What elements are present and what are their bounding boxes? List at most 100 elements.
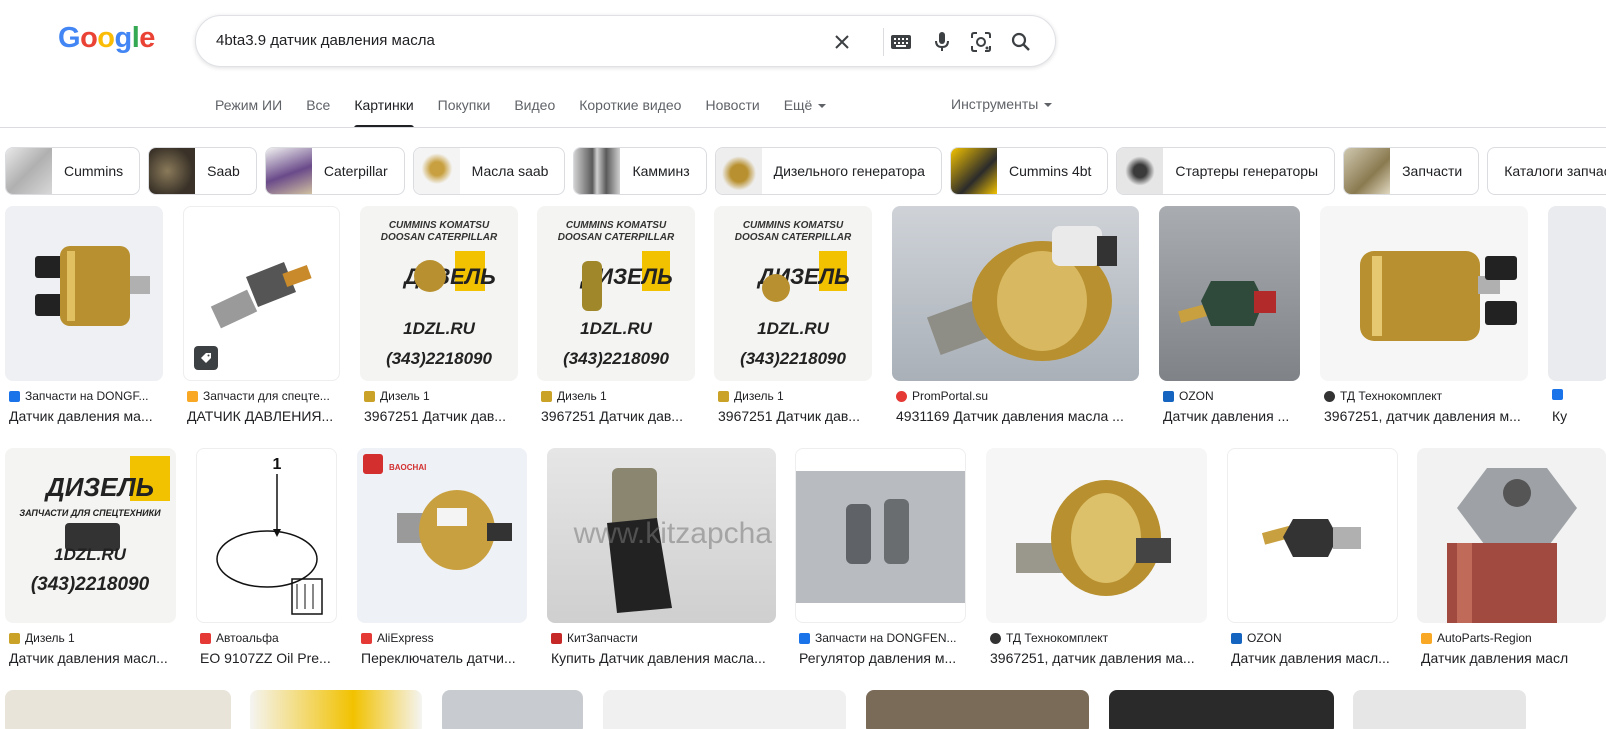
image-site-text: 1DZL.RU [580,319,653,338]
result-image [5,206,163,381]
result-image: 1 [196,448,337,623]
result-title[interactable]: Датчик давления масл [1421,650,1606,666]
result-title[interactable]: Ку [1552,408,1602,424]
chip-thumbnail [715,148,762,194]
result-source[interactable]: AutoParts-Region [1421,631,1606,645]
result-source[interactable]: OZON [1163,389,1301,403]
result-title[interactable]: 3967251 Датчик дав... [541,408,691,424]
microphone-icon[interactable] [929,29,955,55]
result-image: www.kitzapcha [547,448,776,623]
result-title[interactable]: 3967251 Датчик дав... [364,408,514,424]
result-source[interactable]: Дизель 1 [364,389,514,403]
result-source[interactable]: AliExpress [361,631,526,645]
result-source[interactable]: Дизель 1 [541,389,691,403]
image-phone-text: (343)2218090 [740,349,846,368]
image-brand-text: BAOCHAI [389,463,426,472]
google-logo[interactable]: Google [58,22,155,55]
result-source[interactable]: Запчасти для спецте... [187,389,337,403]
favicon-icon [9,632,20,644]
caret-down-icon [818,104,827,109]
favicon-icon [799,632,810,644]
image-brand-text: CUMMINS KOMATSU [389,220,490,231]
chip-cummins-4bt[interactable]: Cummins 4bt [949,147,1109,195]
result-image [442,690,583,729]
result-source[interactable]: OZON [1231,631,1396,645]
tab-news[interactable]: Новости [693,96,771,128]
search-box[interactable]: 4bta3.9 датчик давления масла [195,15,1056,67]
tab-images[interactable]: Картинки [342,96,425,128]
result-image [795,448,966,623]
chip-saab-oil[interactable]: Масла saab [412,147,566,195]
result-image [1417,448,1606,623]
chip-caterpillar[interactable]: Caterpillar [264,147,405,195]
search-input[interactable]: 4bta3.9 датчик давления масла [216,32,435,49]
result-title[interactable]: Датчик давления масл... [9,650,174,666]
favicon-icon [9,390,20,402]
result-title[interactable]: 3967251 Датчик дав... [718,408,868,424]
result-title[interactable]: 3967251, датчик давления м... [1324,408,1524,424]
search-icon[interactable] [1008,29,1034,55]
result-image: CUMMINS KOMATSU DOOSAN CATERPILLAR ДИЗЕЛ… [714,206,872,381]
result-source[interactable]: Дизель 1 [9,631,174,645]
result-source[interactable]: Автоальфа [200,631,338,645]
result-title[interactable]: EO 9107ZZ Oil Pre... [200,650,338,666]
result-image [1159,206,1300,381]
result-image [986,448,1207,623]
favicon-icon [200,632,211,644]
favicon-icon [1324,390,1335,402]
clear-icon[interactable] [829,29,855,55]
favicon-icon [364,390,375,402]
image-brand-text: CUMMINS KOMATSU [566,220,667,231]
result-title[interactable]: 3967251, датчик давления ма... [990,650,1205,666]
image-brand-text: DOOSAN CATERPILLAR [381,232,498,243]
search-tabs: Режим ИИ Все Картинки Покупки Видео Коро… [215,96,838,128]
tab-ai-mode[interactable]: Режим ИИ [215,96,294,128]
chip-starter-generators[interactable]: Стартеры генераторы [1116,147,1336,195]
image-phone-text: (343)2218090 [563,349,669,368]
tab-all[interactable]: Все [294,96,342,128]
chip-thumbnail [149,148,196,194]
tab-videos[interactable]: Видео [502,96,567,128]
result-source[interactable]: ТД Технокомплект [990,631,1205,645]
chip-diesel-generator[interactable]: Дизельного генератора [714,147,942,195]
search-divider [883,28,884,56]
result-title[interactable]: Датчик давления масл... [1231,650,1396,666]
tab-shopping[interactable]: Покупки [426,96,503,128]
result-title[interactable]: ДАТЧИК ДАВЛЕНИЯ... [187,408,337,424]
result-title[interactable]: Купить Датчик давления масла... [551,650,776,666]
result-source[interactable] [1552,389,1602,400]
result-title[interactable]: Переключатель датчи... [361,650,526,666]
chip-cummins-ru[interactable]: Камминз [573,147,707,195]
result-source[interactable]: Запчасти на DONGF... [9,389,159,403]
result-source[interactable]: ТД Технокомплект [1324,389,1524,403]
result-source[interactable]: Запчасти на DONGFEN... [799,631,964,645]
chip-thumbnail [1344,148,1391,194]
tab-short-videos[interactable]: Короткие видео [567,96,693,128]
result-image: BAOCHAI [357,448,527,623]
chip-cummins[interactable]: Cummins [5,147,141,195]
chip-thumbnail [950,148,997,194]
lens-icon[interactable] [968,29,994,55]
result-image [1353,690,1526,729]
result-title[interactable]: 4931169 Датчик давления масла ... [896,408,1136,424]
result-title[interactable]: Датчик давления ма... [9,408,159,424]
chip-parts-catalogs[interactable]: Каталоги запчастей [1487,147,1606,195]
result-source[interactable]: КитЗапчасти [551,631,776,645]
tools-menu[interactable]: Инструменты [951,96,1053,112]
result-title[interactable]: Датчик давления ... [1163,408,1301,424]
result-title[interactable]: Регулятор давления м... [799,650,964,666]
result-image: ДИЗЕЛЬ ЗАПЧАСТИ ДЛЯ СПЕЦТЕХНИКИ 1DZL.RU … [5,448,176,623]
result-source[interactable]: PromPortal.su [896,389,1136,403]
favicon-icon [1421,632,1432,644]
result-source[interactable]: Дизель 1 [718,389,868,403]
chip-thumbnail [574,148,621,194]
keyboard-icon[interactable] [888,29,914,55]
chip-saab[interactable]: Saab [148,147,257,195]
favicon-icon [551,632,562,644]
chip-parts[interactable]: Запчасти [1343,147,1480,195]
image-brand-text: DOOSAN CATERPILLAR [735,232,852,243]
result-image: CUMMINS KOMATSU DOOSAN CATERPILLAR ДИЗЕЛ… [537,206,695,381]
tab-more[interactable]: Ещё [772,96,839,128]
result-image [866,690,1089,729]
result-image [183,206,340,381]
